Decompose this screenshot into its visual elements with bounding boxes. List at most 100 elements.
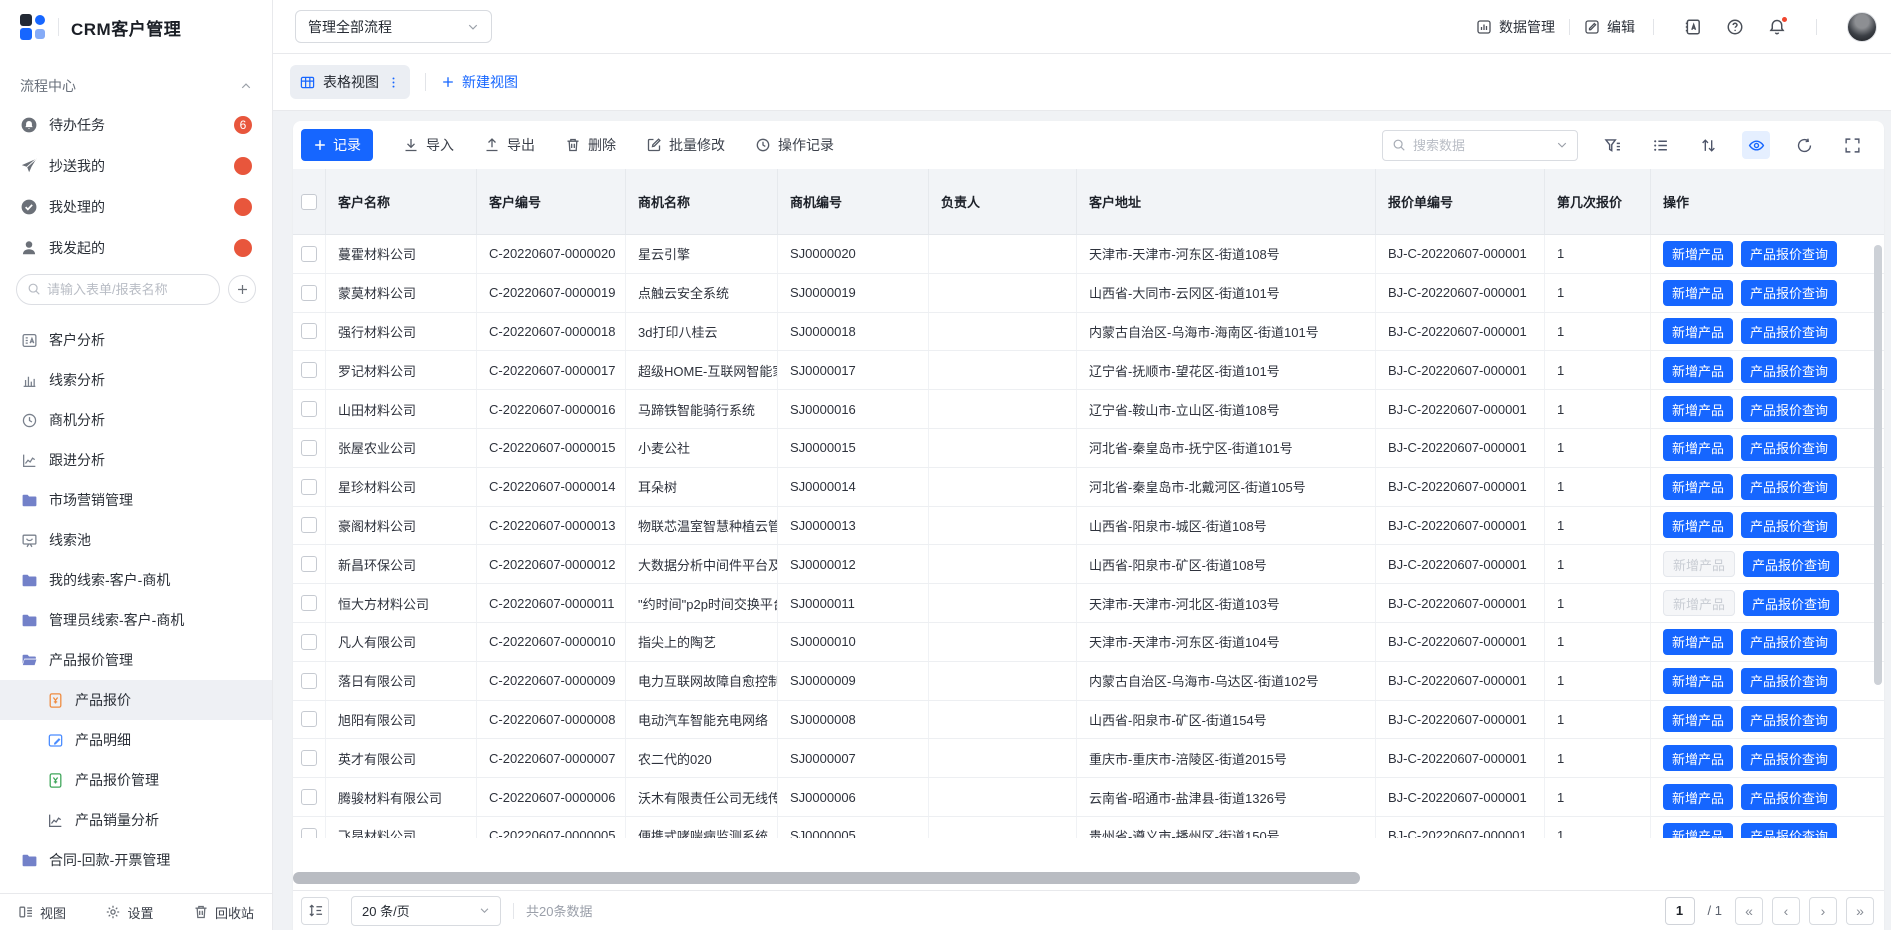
toolbar-action[interactable]: 操作记录 <box>755 135 834 155</box>
chevron-up-icon[interactable] <box>240 80 252 92</box>
col-customer-no[interactable]: 客户编号 <box>477 169 626 234</box>
row-checkbox[interactable] <box>301 556 317 572</box>
add-product-button[interactable]: 新增产品 <box>1663 435 1733 461</box>
product-quote-query-button[interactable]: 产品报价查询 <box>1741 318 1837 344</box>
product-quote-query-button[interactable]: 产品报价查询 <box>1741 512 1837 538</box>
add-product-button[interactable]: 新增产品 <box>1663 474 1733 500</box>
col-opportunity-no[interactable]: 商机编号 <box>778 169 929 234</box>
fullscreen-icon[interactable] <box>1838 131 1866 159</box>
row-checkbox[interactable] <box>301 517 317 533</box>
sidebar-footer-item[interactable]: 视图 <box>18 903 66 922</box>
flow-select[interactable]: 管理全部流程 <box>295 10 492 43</box>
refresh-icon[interactable] <box>1790 131 1818 159</box>
row-checkbox[interactable] <box>301 246 317 262</box>
sort-icon[interactable] <box>1694 131 1722 159</box>
row-checkbox[interactable] <box>301 401 317 417</box>
add-product-button[interactable]: 新增产品 <box>1663 823 1733 838</box>
search-data-input[interactable] <box>1413 138 1549 153</box>
sidebar-menu-item[interactable]: 合同-回款-开票管理 <box>14 840 258 880</box>
vertical-scrollbar[interactable] <box>1874 245 1882 685</box>
section-process-center[interactable]: 流程中心 <box>14 68 258 104</box>
sidebar-menu-item[interactable]: 跟进分析 <box>14 440 258 480</box>
add-product-button[interactable]: 新增产品 <box>1663 357 1733 383</box>
product-quote-query-button[interactable]: 产品报价查询 <box>1741 706 1837 732</box>
sidebar-task-item[interactable]: 我处理的 <box>14 186 258 227</box>
add-product-button[interactable]: 新增产品 <box>1663 241 1733 267</box>
add-product-button[interactable]: 新增产品 <box>1663 551 1735 577</box>
sidebar-search[interactable] <box>16 274 220 305</box>
filter-icon[interactable] <box>1598 131 1626 159</box>
product-quote-query-button[interactable]: 产品报价查询 <box>1741 745 1837 771</box>
sidebar-menu-item[interactable]: 商机分析 <box>14 400 258 440</box>
tab-table-view[interactable]: 表格视图 <box>290 65 410 99</box>
new-view-button[interactable]: 新建视图 <box>441 72 518 92</box>
sidebar-menu-item[interactable]: 管理员线索-客户-商机 <box>14 600 258 640</box>
sidebar-footer-item[interactable]: 设置 <box>105 903 153 922</box>
sidebar-menu-item[interactable]: 我的线索-客户-商机 <box>14 560 258 600</box>
eye-icon[interactable] <box>1742 131 1770 159</box>
display-columns-icon[interactable] <box>1646 131 1674 159</box>
add-product-button[interactable]: 新增产品 <box>1663 590 1735 616</box>
col-opportunity-name[interactable]: 商机名称 <box>626 169 778 234</box>
row-checkbox[interactable] <box>301 440 317 456</box>
col-customer-name[interactable]: 客户名称 <box>326 169 477 234</box>
product-quote-query-button[interactable]: 产品报价查询 <box>1743 551 1839 577</box>
data-manage-button[interactable]: 数据管理 <box>1476 17 1555 37</box>
product-quote-query-button[interactable]: 产品报价查询 <box>1741 474 1837 500</box>
page-nav-button[interactable]: › <box>1809 897 1837 925</box>
col-address[interactable]: 客户地址 <box>1077 169 1376 234</box>
col-owner[interactable]: 负责人 <box>929 169 1077 234</box>
sidebar-footer-item[interactable]: 回收站 <box>193 903 254 922</box>
sidebar-task-item[interactable]: 抄送我的 <box>14 145 258 186</box>
add-product-button[interactable]: 新增产品 <box>1663 745 1733 771</box>
sidebar-menu-item[interactable]: 产品报价管理 <box>14 760 258 800</box>
product-quote-query-button[interactable]: 产品报价查询 <box>1743 590 1839 616</box>
sidebar-search-input[interactable] <box>47 282 209 297</box>
sidebar-menu-item[interactable]: 客户分析 <box>14 320 258 360</box>
toolbar-action[interactable]: 导出 <box>484 135 535 155</box>
sidebar-menu-item[interactable]: 市场营销管理 <box>14 480 258 520</box>
row-height-icon[interactable] <box>301 897 329 925</box>
add-product-button[interactable]: 新增产品 <box>1663 706 1733 732</box>
row-checkbox[interactable] <box>301 634 317 650</box>
add-record-button[interactable]: 记录 <box>301 129 373 161</box>
row-checkbox[interactable] <box>301 673 317 689</box>
product-quote-query-button[interactable]: 产品报价查询 <box>1741 629 1837 655</box>
kebab-menu-icon[interactable] <box>387 76 400 89</box>
bell-icon[interactable] <box>1768 18 1786 36</box>
chevron-down-icon[interactable] <box>1556 139 1568 151</box>
sidebar-menu-item[interactable]: 产品报价管理 <box>14 640 258 680</box>
col-actions[interactable]: 操作 <box>1651 169 1884 234</box>
user-avatar[interactable] <box>1847 12 1877 42</box>
sidebar-menu-item[interactable]: 线索池 <box>14 520 258 560</box>
toolbar-action[interactable]: 导入 <box>403 135 454 155</box>
sidebar-menu-item[interactable]: 产品报价 <box>0 680 272 720</box>
col-quote-no[interactable]: 报价单编号 <box>1376 169 1545 234</box>
add-product-button[interactable]: 新增产品 <box>1663 629 1733 655</box>
address-book-icon[interactable] <box>1684 18 1702 36</box>
toolbar-action[interactable]: 删除 <box>565 135 616 155</box>
add-product-button[interactable]: 新增产品 <box>1663 668 1733 694</box>
sidebar-menu-item[interactable]: 产品销量分析 <box>14 800 258 840</box>
row-checkbox[interactable] <box>301 828 317 838</box>
row-checkbox[interactable] <box>301 479 317 495</box>
page-nav-button[interactable]: » <box>1846 897 1874 925</box>
edit-button[interactable]: 编辑 <box>1584 17 1635 37</box>
product-quote-query-button[interactable]: 产品报价查询 <box>1741 823 1837 838</box>
add-product-button[interactable]: 新增产品 <box>1663 784 1733 810</box>
row-checkbox[interactable] <box>301 362 317 378</box>
current-page[interactable]: 1 <box>1665 897 1695 925</box>
horizontal-scrollbar[interactable] <box>293 872 1360 884</box>
add-product-button[interactable]: 新增产品 <box>1663 318 1733 344</box>
product-quote-query-button[interactable]: 产品报价查询 <box>1741 280 1837 306</box>
sidebar-menu-item[interactable]: 线索分析 <box>14 360 258 400</box>
row-checkbox[interactable] <box>301 750 317 766</box>
row-checkbox[interactable] <box>301 789 317 805</box>
add-product-button[interactable]: 新增产品 <box>1663 280 1733 306</box>
search-data-box[interactable] <box>1382 130 1578 161</box>
toolbar-action[interactable]: 批量修改 <box>646 135 725 155</box>
product-quote-query-button[interactable]: 产品报价查询 <box>1741 357 1837 383</box>
add-product-button[interactable]: 新增产品 <box>1663 396 1733 422</box>
row-checkbox[interactable] <box>301 711 317 727</box>
page-size-select[interactable]: 20 条/页 <box>351 896 501 926</box>
